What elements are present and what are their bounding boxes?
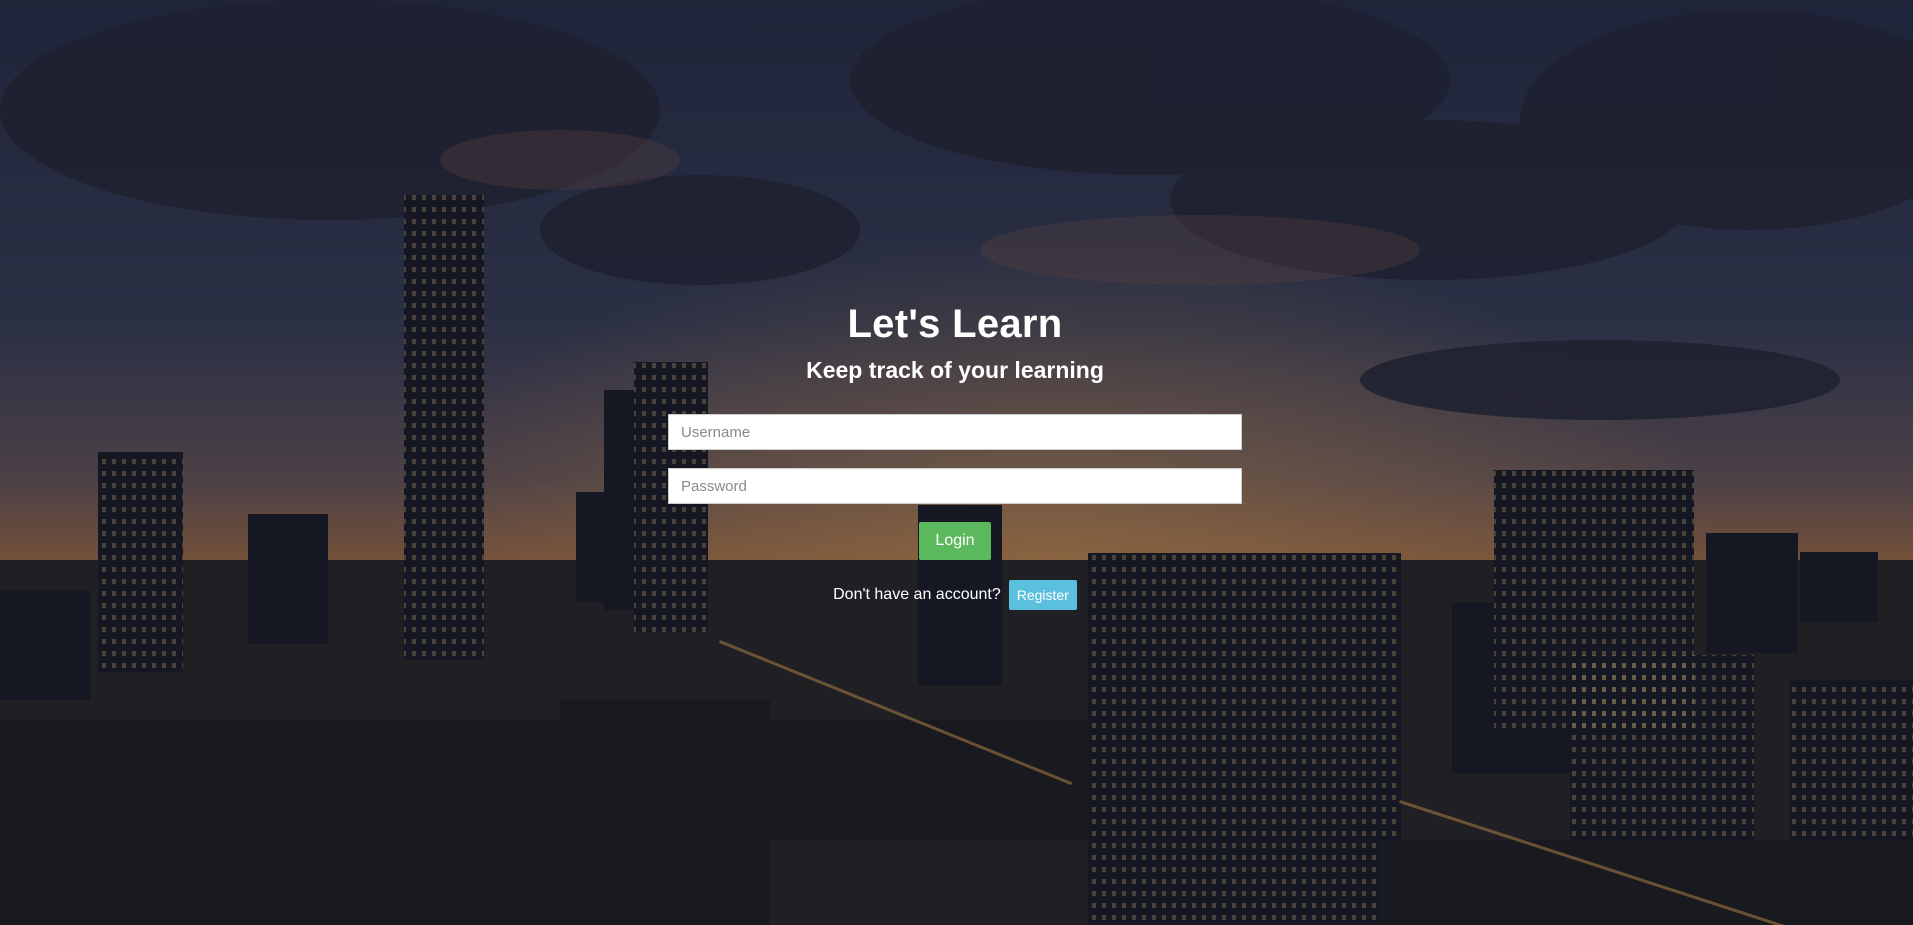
password-input[interactable]: [668, 468, 1242, 504]
login-panel: Let's Learn Keep track of your learning …: [668, 296, 1242, 610]
landing-page: Let's Learn Keep track of your learning …: [0, 0, 1913, 925]
app-tagline: Keep track of your learning: [806, 357, 1104, 383]
register-button[interactable]: Register: [1008, 580, 1077, 610]
username-input[interactable]: [668, 414, 1242, 450]
app-title: Let's Learn: [847, 302, 1063, 346]
login-button[interactable]: Login: [919, 522, 991, 560]
register-prompt: Don't have an account?: [833, 586, 1001, 603]
register-row: Don't have an account? Register: [668, 580, 1242, 610]
